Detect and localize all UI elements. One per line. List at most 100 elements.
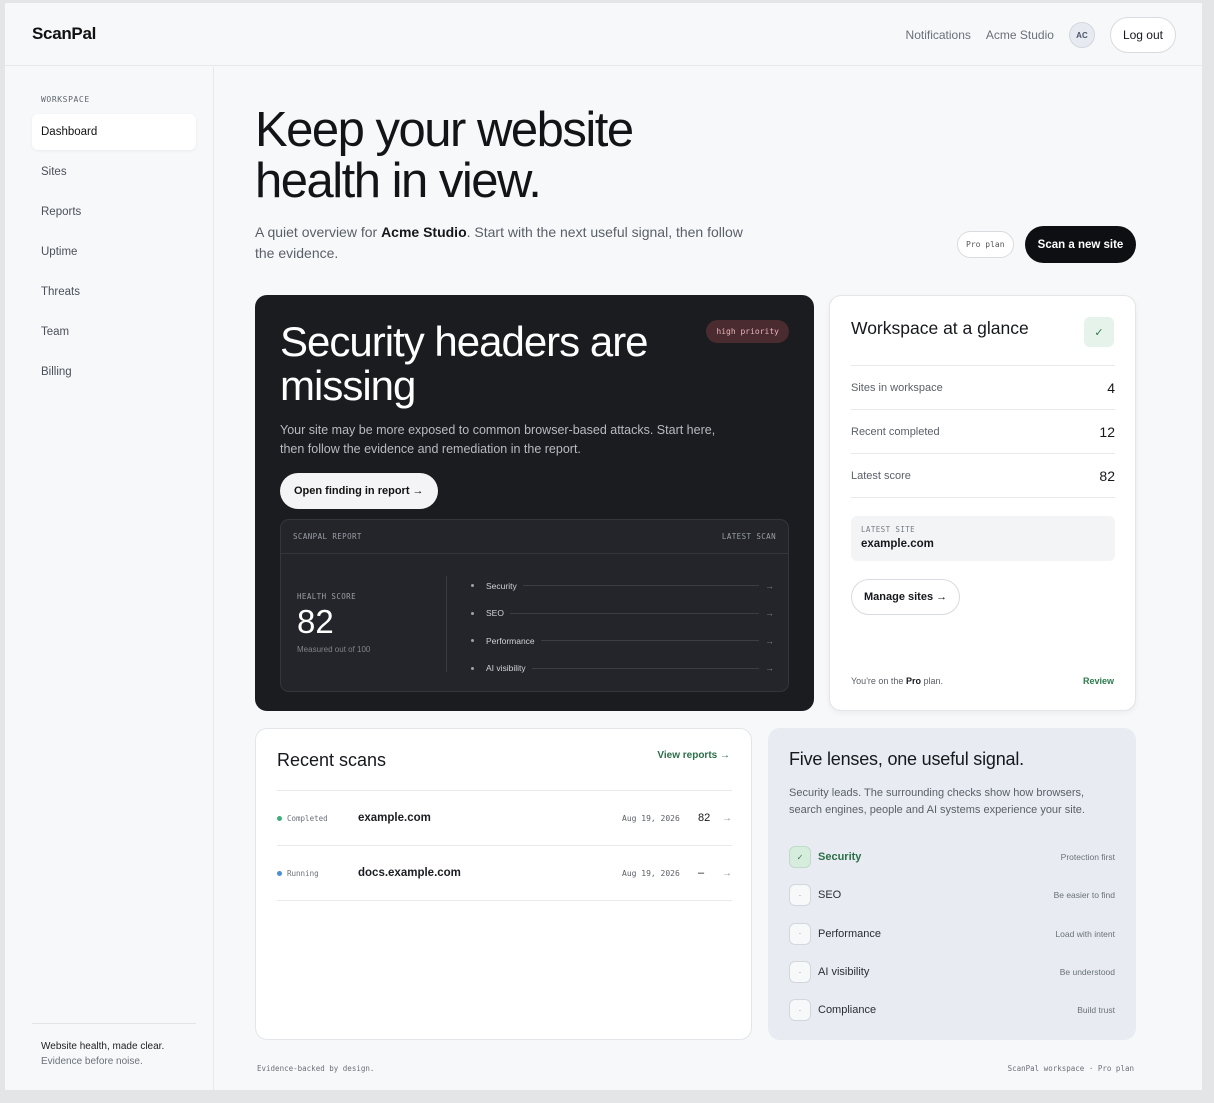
lens-tag: Load with intent [1055,928,1115,939]
lens-tag: Be understood [1059,967,1115,978]
manage-sites-button[interactable]: Manage sites → [851,579,961,615]
report-header-title: SCANPAL REPORT [293,532,362,541]
arrow-right-icon[interactable]: → [722,868,732,879]
brand-logo[interactable]: ScanPal [32,24,96,44]
lens-name: Compliance [818,1004,877,1017]
sidebar-item-threats[interactable]: Threats [32,274,196,310]
report-lens-security[interactable]: Security → [471,572,774,600]
report-preview: SCANPAL REPORT LATEST SCAN HEALTH SCORE … [280,519,789,692]
divider-line [540,640,759,642]
recent-scans-card: Recent scans View reports → Completed ex… [255,728,752,1040]
status-dot-icon [277,815,282,821]
arrow-right-icon[interactable]: → [722,813,732,824]
sidebar-tagline: Website health, made clear. [41,1041,165,1052]
view-reports-link[interactable]: View reports → [657,750,730,761]
health-score-note: Measured out of 100 [297,645,371,654]
stat-sites: Sites in workspace 4 [851,366,1115,410]
scan-score: – [698,867,705,879]
lens-ai-visibility[interactable]: · AI visibility Be understood [789,953,1115,991]
open-finding-button[interactable]: Open finding in report → [280,473,438,509]
stat-recent-completed: Recent completed 12 [851,410,1115,454]
bullet-icon [471,639,474,643]
sidebar-item-billing[interactable]: Billing [32,354,196,390]
lens-security[interactable]: ✓ Security Protection first [789,838,1115,876]
lens-name: Security [818,851,862,864]
report-lens-performance[interactable]: Performance → [471,627,774,655]
lens-seo[interactable]: · SEO Be easier to find [789,876,1115,914]
scan-new-site-button[interactable]: Scan a new site [1025,226,1136,263]
report-lens-label: AI visibility [486,663,526,674]
divider-line [531,667,759,669]
report-lens-label: Performance [486,635,535,646]
top-nav: Notifications Acme Studio AC Log out [906,17,1176,53]
review-link[interactable]: Review [1083,676,1114,686]
status-badge: Running [277,869,358,878]
stat-label: Recent completed [851,425,940,438]
top-bar: ScanPal Notifications Acme Studio AC Log… [5,3,1202,66]
sidebar-subtagline: Evidence before noise. [41,1056,143,1067]
report-lens-ai-visibility[interactable]: AI visibility → [471,655,774,683]
health-score-label: HEALTH SCORE [297,592,356,601]
check-icon: ✓ [1084,317,1114,347]
report-lens-seo[interactable]: SEO → [471,600,774,628]
latest-site-label: LATEST SITE [861,525,916,534]
sidebar-item-sites[interactable]: Sites [32,154,196,190]
sidebar-footer: Website health, made clear. Evidence bef… [32,1023,196,1069]
arrow-right-icon: → [765,580,774,591]
dot-icon: · [789,961,811,984]
lens-compliance[interactable]: · Compliance Build trust [789,991,1115,1029]
lens-performance[interactable]: · Performance Load with intent [789,915,1115,953]
report-lens-label: Security [486,580,517,591]
logout-button[interactable]: Log out [1109,17,1176,53]
lens-tag: Be easier to find [1053,890,1115,901]
health-score: HEALTH SCORE 82 Measured out of 100 [297,592,370,654]
lenses-description: Security leads. The surrounding checks s… [789,787,1085,816]
table-row[interactable]: Completed example.com Aug 19, 2026 82 → [277,791,732,846]
footer-right: ScanPal workspace · Pro plan [1007,1064,1134,1073]
table-row[interactable]: Running docs.example.com Aug 19, 2026 – … [277,846,732,901]
health-score-value: 82 [297,603,334,640]
check-icon: ✓ [789,846,811,869]
bullet-icon [471,666,474,670]
bullet-icon [471,611,474,615]
sidebar-item-uptime[interactable]: Uptime [32,234,196,270]
sidebar-heading: WORKSPACE [41,95,90,104]
avatar[interactable]: AC [1068,22,1095,48]
report-header: SCANPAL REPORT LATEST SCAN [281,520,788,554]
page-title: Keep your website health in view. [255,103,634,208]
report-lens-list: Security → SEO → Performance → AI visibilit… [471,572,774,682]
lens-name: AI visibility [818,966,870,979]
status-label: Completed [287,813,328,823]
status-label: Running [287,868,319,878]
divider-line [522,585,759,587]
plan-note-suffix: plan. [920,676,943,686]
sidebar-item-reports[interactable]: Reports [32,194,196,230]
subtitle-workspace: Acme Studio [381,224,467,240]
plan-note-prefix: You're on the [851,676,906,686]
status-dot-icon [277,870,282,876]
sidebar: WORKSPACE Dashboard Sites Reports Uptime… [5,67,214,1090]
workspace-switcher[interactable]: Acme Studio [986,28,1054,42]
notifications-link[interactable]: Notifications [906,28,971,42]
sidebar-item-team[interactable]: Team [32,314,196,350]
stat-latest-score: Latest score 82 [851,454,1115,498]
dot-icon: · [789,922,811,945]
glance-stats: Sites in workspace 4 Recent completed 12 L… [851,365,1115,498]
plan-note: You're on the Pro plan. [851,676,943,686]
page-subtitle: A quiet overview for Acme Studio. Start … [255,222,765,264]
arrow-right-icon: → [765,635,774,646]
report-lens-label: SEO [486,608,504,619]
report-divider [446,576,447,672]
finding-title: Security headers are missing [280,318,649,409]
scan-date: Aug 19, 2026 [622,868,680,878]
lenses-card: Five lenses, one useful signal. Security… [768,728,1136,1040]
arrow-right-icon: → [765,663,774,674]
footer-left: Evidence-backed by design. [257,1064,375,1073]
dot-icon: · [789,884,811,907]
priority-badge: high priority [706,320,789,343]
sidebar-item-dashboard[interactable]: Dashboard [32,114,196,150]
lens-name: SEO [818,889,842,902]
latest-site-box: LATEST SITE example.com [851,516,1115,561]
plan-name: Pro [905,676,921,686]
plan-footer: You're on the Pro plan. Review [851,676,1114,686]
